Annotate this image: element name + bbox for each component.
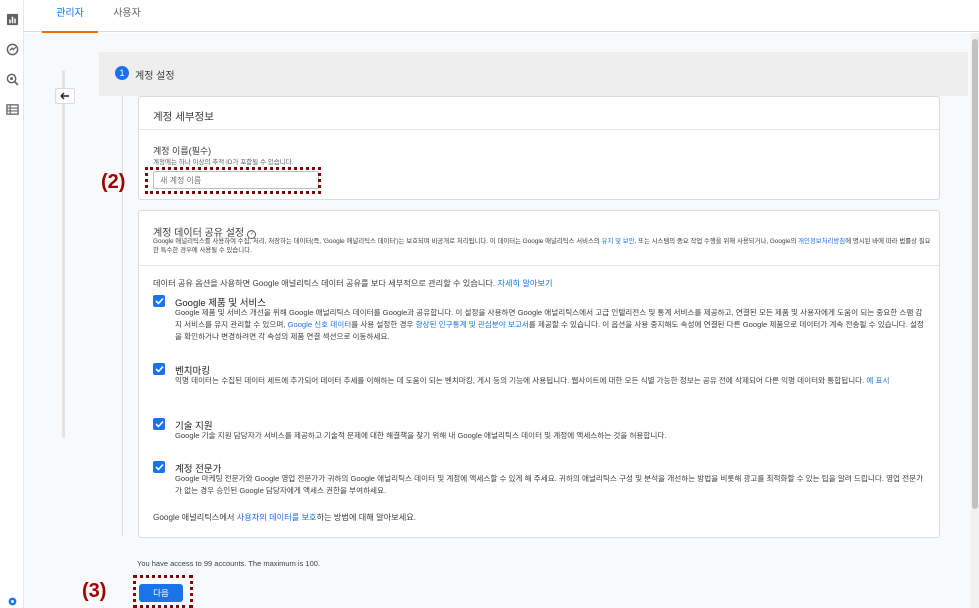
desc-text: Google 애널리틱스를 사용하여 수집, 처리, 저장하는 데이터(즉, '… (153, 238, 602, 245)
account-details-heading: 계정 세부정보 (139, 97, 939, 130)
back-button[interactable] (55, 88, 75, 104)
desc-text: Google 마케팅 전문가와 Google 영업 전문가가 귀하의 Googl… (175, 474, 924, 495)
step-connector-line (122, 96, 123, 536)
tech-support-checkbox[interactable] (153, 418, 165, 430)
divider (139, 265, 939, 266)
back-arrow-icon (60, 92, 69, 100)
desc-text: Google 기술 지원 담당자가 서비스를 제공하고 기술적 문제에 대한 해… (175, 431, 667, 440)
admin-tab-bar: 관리자 사용자 (24, 0, 979, 33)
checkmark-icon (154, 365, 164, 373)
demographics-report-link[interactable]: 향상된 인구통계 및 관심분야 보고서 (416, 320, 529, 329)
option-description: 익명 데이터는 수집된 데이터 세트에 추가되어 데이터 추세를 이해하는 데 … (175, 375, 927, 387)
intro-text: 데이터 공유 옵션을 사용하면 Google 애널리틱스 데이터 공유를 보다 … (153, 279, 498, 288)
data-sharing-description: Google 애널리틱스를 사용하여 수집, 처리, 저장하는 데이터(즉, '… (153, 237, 933, 255)
bar-chart-icon[interactable] (5, 12, 19, 26)
option-description: Google 마케팅 전문가와 Google 영업 전문가가 귀하의 Googl… (175, 473, 927, 497)
checkmark-icon (154, 463, 164, 471)
account-name-hint: 계정에는 하나 이상의 추적 ID가 포함될 수 있습니다. (153, 159, 294, 166)
search-analytics-icon[interactable] (5, 72, 19, 86)
step-title: 계정 설정 (135, 71, 175, 82)
step-number-badge: 1 (115, 66, 129, 80)
privacy-policy-link[interactable]: 개인정보처리방침 (798, 238, 845, 245)
learn-more-link[interactable]: 자세히 알아보기 (497, 279, 552, 288)
option-description: Google 제품 및 서비스 개선을 위해 Google 애널리틱스 데이터를… (175, 307, 927, 343)
annotation-label-3: (3) (82, 580, 107, 602)
show-example-link[interactable]: 예 표시 (866, 376, 889, 385)
foot-text: 하는 방법에 대해 알아보세요. (316, 513, 417, 522)
page-scrollbar[interactable] (971, 33, 979, 608)
google-signals-link[interactable]: Google 신호 데이터 (288, 320, 352, 329)
scrollbar-thumb[interactable] (972, 39, 978, 509)
sharing-intro: 데이터 공유 옵션을 사용하면 Google 애널리틱스 데이터 공유를 보다 … (153, 277, 553, 289)
checkmark-icon (154, 420, 164, 428)
desc-text: 익명 데이터는 수집된 데이터 세트에 추가되어 데이터 추세를 이해하는 데 … (175, 376, 867, 385)
annotation-label-2: (2) (101, 171, 126, 193)
google-products-checkbox[interactable] (153, 295, 165, 307)
annotation-box-2 (145, 167, 321, 194)
desc-text: , 또는 시스템의 중요 작업 수행을 위해 사용되거나, Google의 (634, 238, 799, 245)
gauge-icon[interactable] (5, 42, 19, 56)
account-specialists-checkbox[interactable] (153, 461, 165, 473)
desc-text: 를 사용 설정한 경우 (351, 320, 416, 329)
side-progress-track (62, 70, 65, 438)
account-limit-note: You have access to 99 accounts. The maxi… (137, 559, 321, 568)
checkmark-icon (154, 297, 164, 305)
option-description: Google 기술 지원 담당자가 서비스를 제공하고 기술적 문제에 대한 해… (175, 430, 927, 442)
maintenance-security-link[interactable]: 유지 및 보안 (602, 238, 635, 245)
data-protection-note: Google 애널리틱스에서 사용자의 데이터를 보호하는 방법에 대해 알아보… (153, 511, 416, 523)
tab-admin[interactable]: 관리자 (42, 0, 98, 33)
annotation-box-3 (133, 575, 193, 608)
step-header[interactable]: 1 계정 설정 (99, 52, 968, 96)
settings-icon[interactable] (5, 594, 19, 608)
tab-user[interactable]: 사용자 (104, 0, 150, 32)
data-sharing-card: 계정 데이터 공유 설정? Google 애널리틱스를 사용하여 수집, 처리,… (138, 210, 940, 538)
table-list-icon[interactable] (5, 102, 19, 116)
benchmarking-checkbox[interactable] (153, 363, 165, 375)
foot-text: Google 애널리틱스에서 (153, 513, 237, 522)
left-nav-rail (0, 0, 24, 608)
data-protection-link[interactable]: 사용자의 데이터를 보호 (237, 513, 317, 522)
